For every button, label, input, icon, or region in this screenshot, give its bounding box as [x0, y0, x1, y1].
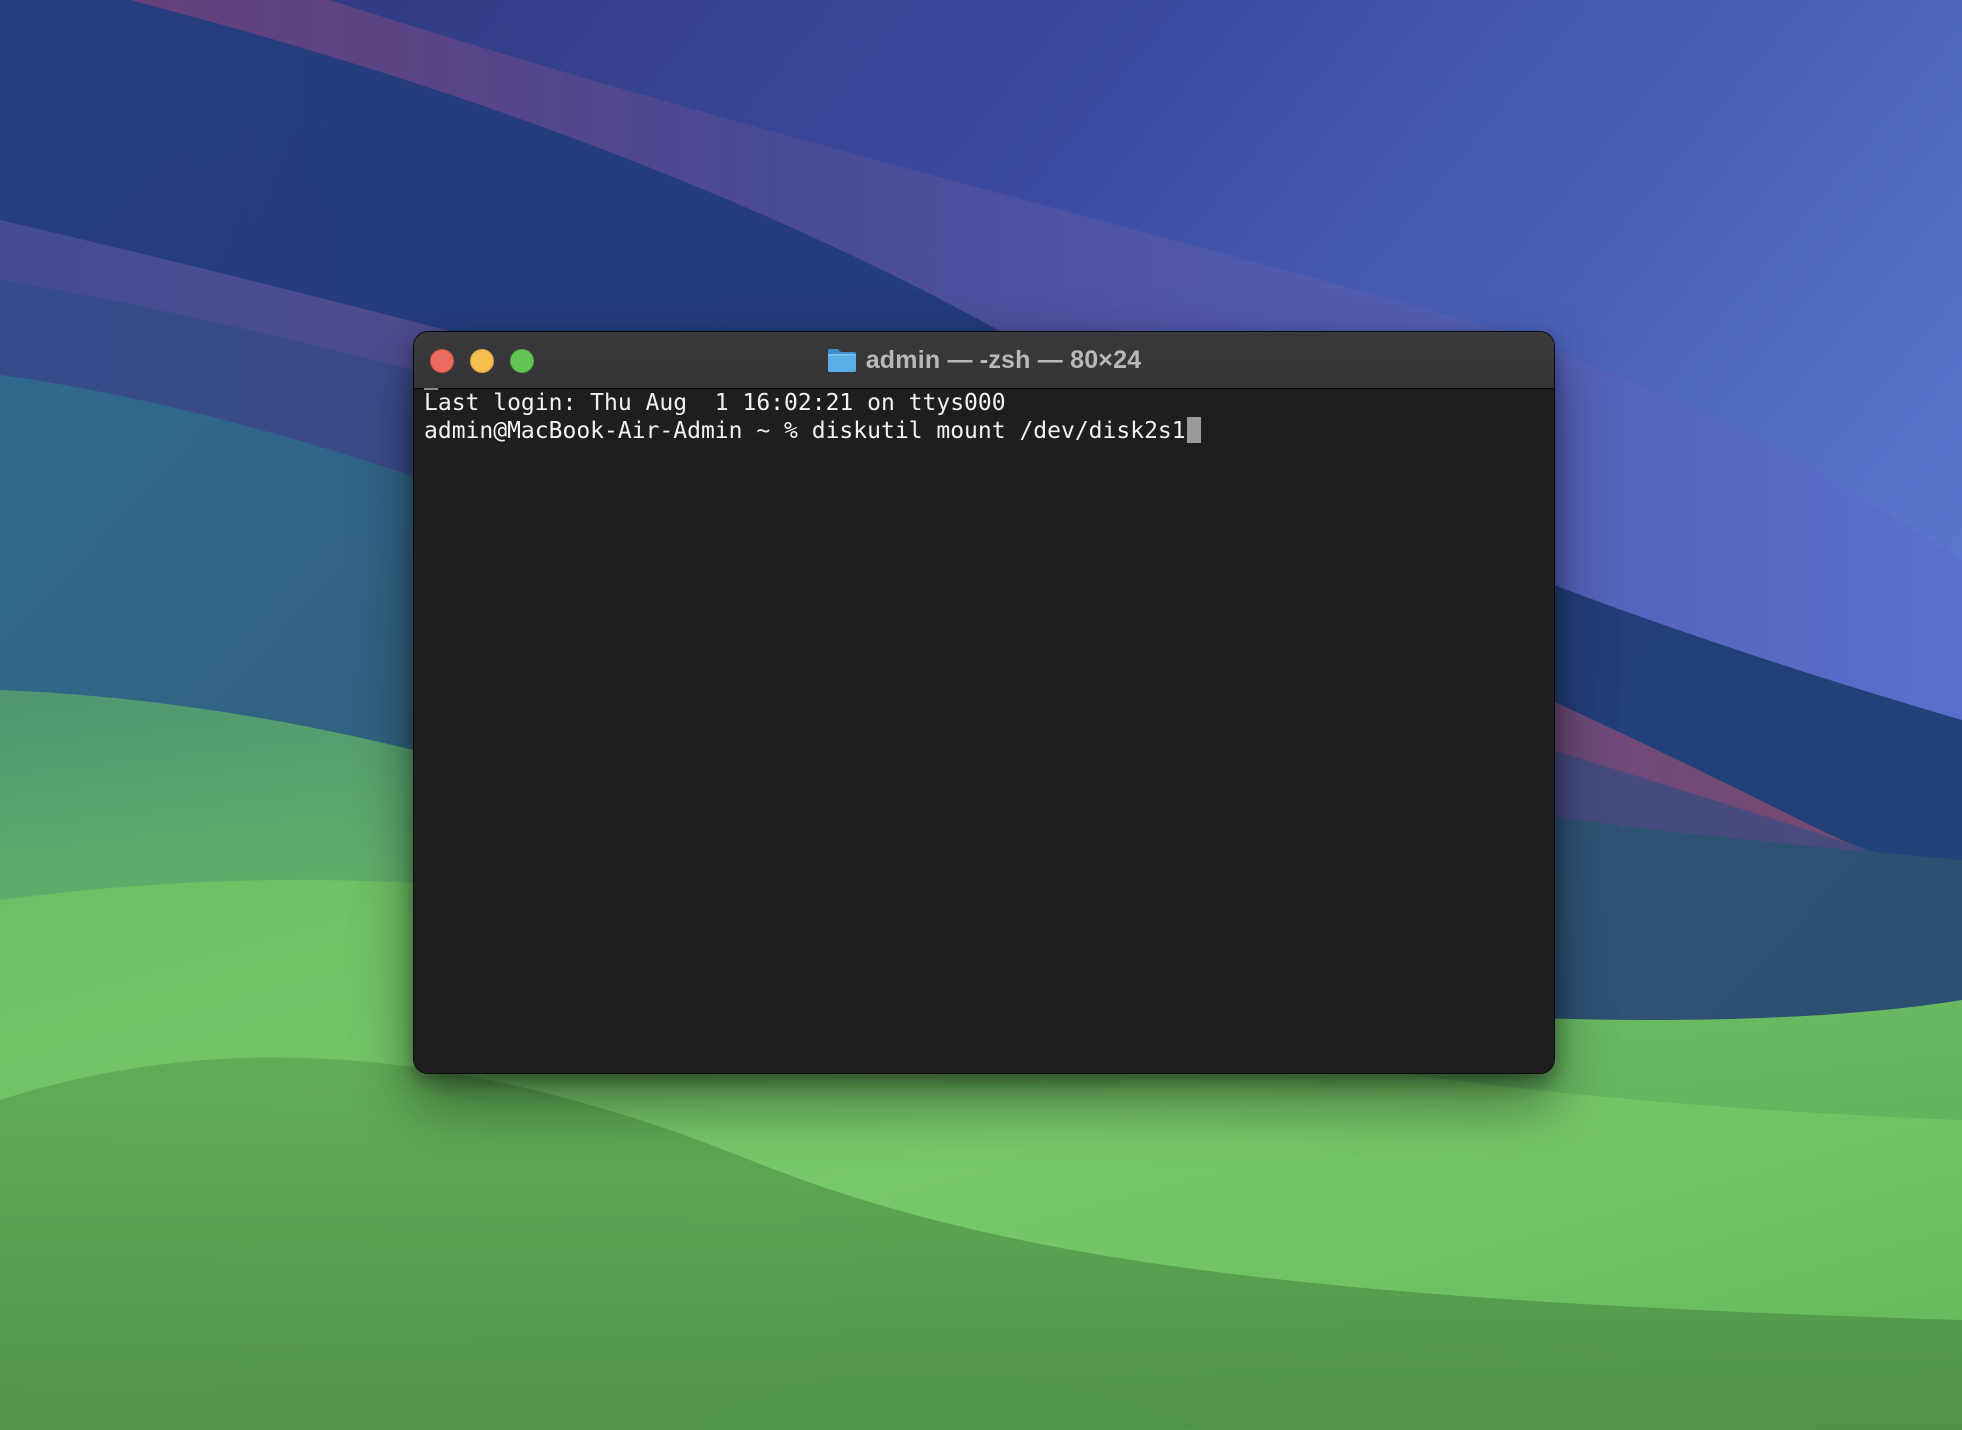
- window-title-group: admin — -zsh — 80×24: [414, 332, 1554, 388]
- window-titlebar[interactable]: admin — -zsh — 80×24: [414, 332, 1554, 389]
- folder-icon: [827, 349, 856, 372]
- text-cursor: [1186, 417, 1201, 443]
- terminal-window[interactable]: admin — -zsh — 80×24 Last login: Thu Aug…: [414, 332, 1554, 1073]
- terminal-content[interactable]: Last login: Thu Aug 1 16:02:21 on ttys00…: [414, 388, 1554, 1073]
- window-title: admin — -zsh — 80×24: [865, 345, 1142, 374]
- last-login-line: Last login: Thu Aug 1 16:02:21 on ttys00…: [424, 390, 1006, 416]
- shell-prompt: admin@MacBook-Air-Admin ~ %: [424, 418, 812, 444]
- typed-command: diskutil mount /dev/disk2s1: [811, 418, 1186, 444]
- prompt-line[interactable]: admin@MacBook-Air-Admin ~ % diskutil mou…: [424, 417, 1201, 445]
